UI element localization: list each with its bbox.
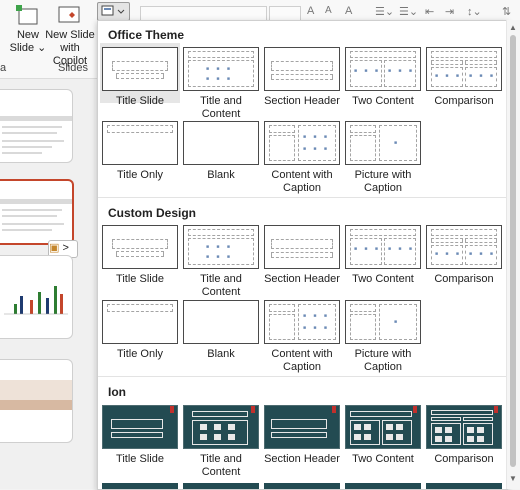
layout-title-only[interactable]: Title Only: [100, 117, 180, 182]
slide-thumbnail-pane: ▣ >: [0, 79, 95, 489]
section-header-office: Office Theme: [108, 28, 185, 42]
layout-comparison[interactable]: ■ ■ ■ ■ ■ ■ Comparison: [424, 43, 504, 108]
bullets-icon[interactable]: ☰⌄: [375, 5, 394, 19]
layout-label: Picture with Caption: [354, 348, 412, 373]
layout-label: Content with Caption: [271, 169, 333, 194]
layout-content-with-caption[interactable]: ■ ■ ■ ■ ■ ■ Content with Caption: [262, 296, 342, 374]
slide-thumbnail[interactable]: [0, 89, 73, 163]
layout-two-content[interactable]: ■ ■ ■ ■ ■ ■ Two Content: [343, 43, 423, 108]
ion-marker: [332, 406, 336, 413]
line-spacing-icon[interactable]: ↕⌄: [467, 5, 482, 19]
slide-thumbnail-chart[interactable]: [0, 255, 73, 339]
ion-marker: [413, 406, 417, 413]
gallery-scrollbar[interactable]: ▲ ▼: [506, 20, 520, 489]
copilot-slide-icon: [57, 4, 83, 26]
layout-label: Two Content: [352, 273, 414, 285]
ion-marker: [170, 406, 174, 413]
layout-label: Section Header: [264, 95, 340, 107]
layout-label: Title Only: [116, 169, 164, 181]
layout-icon: [101, 5, 125, 16]
ion-marker: [494, 406, 498, 413]
layout-label: Title Slide: [116, 95, 164, 107]
layout-section-header[interactable]: Section Header: [262, 401, 342, 466]
layout-label: Title Slide: [116, 453, 164, 465]
layout-two-content[interactable]: ■ ■ ■ ■ ■ ■ Two Content: [343, 221, 423, 286]
layout-label: Content with Caption: [271, 348, 333, 373]
layout-label: Title and Content: [200, 453, 242, 478]
layout-blank[interactable]: Blank: [181, 296, 261, 361]
layout-gallery: Office Theme Title Slide ■ ■ ■ ■ ■ ■ Tit…: [97, 20, 508, 490]
layout-section-header[interactable]: Section Header: [262, 221, 342, 286]
layout-content-with-caption[interactable]: ■ ■ ■ ■ ■ ■ Content with Caption: [262, 117, 342, 195]
layout-picture-with-caption[interactable]: ■ Picture with Caption: [343, 296, 423, 374]
section-divider: [98, 376, 507, 377]
clipboard-icon: ▣: [49, 242, 60, 254]
section-header-custom: Custom Design: [108, 206, 197, 220]
clear-format-button[interactable]: A: [345, 5, 352, 19]
section-divider: [98, 197, 507, 198]
scroll-down-icon[interactable]: ▼: [509, 474, 517, 483]
layout-label: Section Header: [264, 273, 340, 285]
new-slide-icon: [15, 4, 41, 26]
layout-comparison[interactable]: Comparison: [424, 401, 504, 466]
layout-label: Title Slide: [116, 273, 164, 285]
layout-label: Comparison: [434, 95, 494, 107]
layout-two-content[interactable]: Two Content: [343, 401, 423, 466]
slide-thumbnail-selected[interactable]: [0, 179, 74, 245]
left-group-label: a: [0, 62, 7, 74]
layout-label: Blank: [207, 169, 235, 181]
numbering-icon[interactable]: ☰⌄: [399, 5, 418, 19]
image-preview-band: [0, 400, 72, 410]
slides-group-label: Slides: [58, 62, 88, 74]
chart-preview: [4, 286, 68, 315]
slide-thumbnail-image[interactable]: [0, 359, 73, 443]
layout-title-and-content[interactable]: Title and Content: [181, 401, 261, 479]
new-slide-copilot-button[interactable]: New Slide with Copilot: [44, 4, 96, 68]
layout-label: Two Content: [352, 95, 414, 107]
section-header-ion: Ion: [108, 385, 126, 399]
ion-marker: [251, 406, 255, 413]
ion-next-row-partial: [102, 483, 502, 489]
layout-label: Blank: [207, 348, 235, 360]
layout-picture-with-caption[interactable]: ■ Picture with Caption: [343, 117, 423, 195]
layout-title-and-content[interactable]: ■ ■ ■ ■ ■ ■ Title and Content: [181, 221, 261, 299]
layout-title-only[interactable]: Title Only: [100, 296, 180, 361]
layout-label: Section Header: [264, 453, 340, 465]
new-slide-copilot-label-1: New Slide: [45, 29, 95, 41]
layout-dropdown-button[interactable]: [97, 2, 130, 21]
font-size-down-button[interactable]: A: [325, 5, 332, 19]
layout-title-slide[interactable]: Title Slide: [100, 221, 180, 286]
layout-title-slide[interactable]: Title Slide: [100, 401, 180, 466]
layout-title-slide[interactable]: Title Slide: [100, 43, 180, 107]
layout-title-and-content[interactable]: ■ ■ ■ ■ ■ ■ Title and Content: [181, 43, 261, 121]
increase-indent-icon[interactable]: ⇥: [445, 5, 454, 19]
layout-comparison[interactable]: ■ ■ ■ ■ ■ ■ Comparison: [424, 221, 504, 286]
font-size-up-button[interactable]: A: [307, 5, 314, 19]
layout-label: Comparison: [434, 273, 494, 285]
text-direction-icon[interactable]: ⇅: [502, 5, 511, 19]
scroll-up-icon[interactable]: ▲: [509, 23, 517, 32]
decrease-indent-icon[interactable]: ⇤: [425, 5, 434, 19]
paste-chevron: >: [62, 242, 69, 254]
layout-label: Two Content: [352, 453, 414, 465]
layout-label: Comparison: [434, 453, 494, 465]
scrollbar-thumb[interactable]: [510, 35, 516, 467]
layout-label: Picture with Caption: [354, 169, 412, 194]
layout-label: Title Only: [116, 348, 164, 360]
layout-blank[interactable]: Blank: [181, 117, 261, 182]
layout-section-header[interactable]: Section Header: [262, 43, 342, 108]
